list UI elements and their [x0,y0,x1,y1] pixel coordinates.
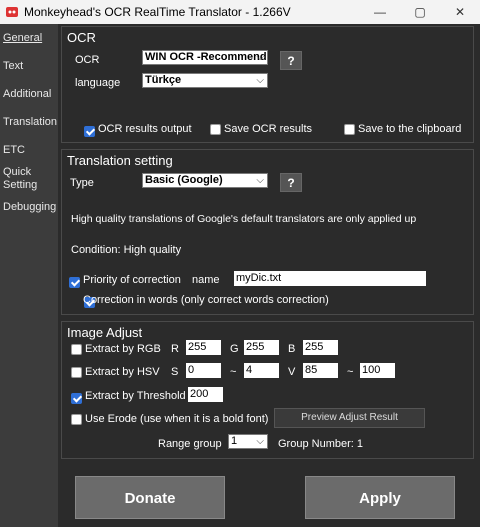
maximize-button[interactable]: ▢ [400,0,440,24]
chevron-down-icon: ⌵ [256,175,264,186]
sidebar-item-text[interactable]: Text [3,60,23,73]
correction-words-label: Correction in words (only correct words … [83,294,329,306]
type-label: Type [70,177,94,189]
s-range-tilde: ~ [230,366,237,378]
translation-type-select[interactable]: Basic (Google) ⌵ [142,173,268,188]
use-erode-checkbox[interactable] [71,414,82,425]
preview-adjust-button[interactable]: Preview Adjust Result [274,408,425,428]
range-group-value: 1 [231,435,238,447]
v-min-field[interactable]: 85 [303,363,338,378]
extract-rgb-label: Extract by RGB [85,343,161,355]
sidebar-item-debugging[interactable]: Debugging [3,201,56,214]
dictionary-name-label: name [192,274,220,286]
image-adjust-panel: Image Adjust Extract by RGB R 255 G 255 … [61,321,474,459]
extract-hsv-checkbox[interactable] [71,367,82,378]
sidebar-item-etc[interactable]: ETC [3,144,25,157]
ocr-engine-value: WIN OCR -Recommend [145,51,267,63]
b-label: B [288,343,296,355]
sidebar-item-additional[interactable]: Additional [3,88,51,101]
save-ocr-results-label: Save OCR results [224,123,313,135]
sidebar-item-general[interactable]: General [3,32,42,45]
save-clipboard-label: Save to the clipboard [358,123,462,135]
priority-correction-checkbox[interactable] [69,277,80,288]
r-label: R [171,343,179,355]
condition-text: Condition: High quality [71,244,182,256]
v-label: V [288,366,296,378]
translation-heading: Translation setting [67,153,173,168]
ocr-results-output-checkbox[interactable] [84,126,95,137]
extract-rgb-checkbox[interactable] [71,344,82,355]
language-label: language [75,77,121,89]
ocr-help-button[interactable]: ? [280,51,302,70]
ocr-label: OCR [75,54,100,66]
g-field[interactable]: 255 [244,340,279,355]
sidebar-item-quick-setting[interactable]: Quick Setting [3,166,43,192]
translation-type-value: Basic (Google) [145,174,223,186]
window-title: Monkeyhead's OCR RealTime Translator - 1… [24,5,291,19]
s-max-field[interactable]: 4 [244,363,279,378]
translation-info-text: High quality translations of Google's de… [71,213,417,225]
chevron-down-icon: ⌵ [256,436,264,447]
g-label: G [230,343,239,355]
app-icon [6,7,18,17]
translation-help-button[interactable]: ? [280,173,302,192]
ocr-panel: OCR OCR WIN OCR -Recommend ⌵ ? language … [61,26,474,143]
minimize-button[interactable]: — [360,0,400,24]
s-label: S [171,366,179,378]
translation-panel: Translation setting Type Basic (Google) … [61,149,474,315]
language-value: Türkçe [145,74,182,86]
dictionary-name-field[interactable]: myDic.txt [234,271,426,286]
v-max-field[interactable]: 100 [360,363,395,378]
s-min-field[interactable]: 0 [186,363,221,378]
apply-button[interactable]: Apply [305,476,455,519]
ocr-results-output-label: OCR results output [98,123,192,135]
use-erode-label: Use Erode (use when it is a bold font) [85,413,269,425]
image-adjust-heading: Image Adjust [67,325,143,340]
donate-button[interactable]: Donate [75,476,225,519]
r-field[interactable]: 255 [186,340,221,355]
close-button[interactable]: ✕ [440,0,480,24]
language-select[interactable]: Türkçe ⌵ [142,73,268,88]
sidebar: General Text Additional Translation ETC … [0,24,58,527]
priority-correction-label: Priority of correction [83,274,181,286]
threshold-field[interactable]: 200 [188,387,223,402]
chevron-down-icon: ⌵ [256,75,264,86]
extract-threshold-label: Extract by Threshold [85,390,186,402]
chevron-down-icon: ⌵ [256,52,264,63]
range-group-label: Range group [158,438,222,450]
b-field[interactable]: 255 [303,340,338,355]
save-clipboard-checkbox[interactable] [344,124,355,135]
save-ocr-results-checkbox[interactable] [210,124,221,135]
main-content: OCR OCR WIN OCR -Recommend ⌵ ? language … [58,24,480,527]
range-group-select[interactable]: 1 ⌵ [228,434,268,449]
group-number-text: Group Number: 1 [278,438,363,450]
ocr-engine-select[interactable]: WIN OCR -Recommend ⌵ [142,50,268,65]
sidebar-item-translation[interactable]: Translation [3,116,57,129]
extract-hsv-label: Extract by HSV [85,366,160,378]
ocr-heading: OCR [67,30,96,45]
v-range-tilde: ~ [347,366,354,378]
extract-threshold-checkbox[interactable] [71,393,82,404]
title-bar: Monkeyhead's OCR RealTime Translator - 1… [0,0,480,24]
